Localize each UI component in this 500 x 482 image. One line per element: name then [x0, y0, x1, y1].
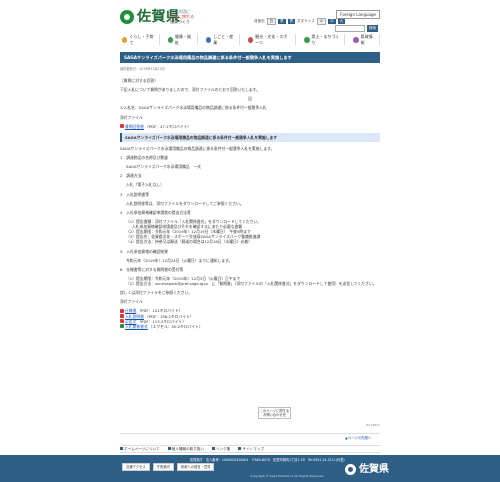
copyright: Copyright © Saga Prefecture All Rights R…	[250, 474, 325, 478]
square-icon	[212, 446, 215, 450]
prefecture-emblem-icon	[120, 10, 134, 24]
intro-text: SAGAサンライズパーク水泳場用備品の物品調達に係る条件付一般競争入札を実施しま…	[120, 145, 275, 151]
contact-box[interactable]: このページに関する お問い合わせ先	[258, 407, 291, 419]
opinion-button[interactable]: 県政への提言・意見	[176, 463, 215, 472]
footer-nav-label: 個人情報の取り扱い	[171, 446, 204, 451]
color-label: 背景色	[254, 18, 265, 23]
text-size-large-button[interactable]: 大	[337, 19, 345, 24]
section-1-body: SAGAサンライズパーク水泳場用備品 一式	[126, 164, 201, 170]
section-5-body: 令和元年（2019年）12月24日（火曜日）までに通知します。	[126, 257, 233, 263]
bid-name: ①入札名：SAGAサンライズパーク水泳場用備品の物品調達に係る条件付一般競争入札	[120, 105, 267, 111]
square-icon	[120, 446, 123, 450]
file-row: 入札関係書式 （エクセル：50.2キロバイト）	[120, 324, 380, 329]
page: 佐賀県 人を大切に 世界に誇れる 佐賀づくり Foreign Language …	[0, 0, 500, 482]
section-3-body: 入札説明書等は、添付ファイルをダウンロードしてご参照ください。	[126, 200, 244, 206]
ki-label: 記	[248, 96, 252, 102]
footer-nav-label: リンク集	[216, 446, 231, 451]
search-button[interactable]: 検索	[367, 25, 378, 32]
footer-nav: ホームページについて 個人情報の取り扱い リンク集 サイトマップ	[120, 445, 380, 453]
page-id: ID:72617	[366, 423, 380, 427]
house-icon	[122, 36, 128, 43]
color-black-button[interactable]: 黒	[278, 19, 286, 24]
footer: 佐賀県庁 法人番号：1000020410004 〒840-8570 佐賀市城内1…	[0, 455, 500, 482]
camera-icon	[247, 36, 254, 43]
section-2-body: 入札（電子入札なし）	[126, 182, 164, 188]
excel-icon	[120, 324, 124, 329]
contact-line-2: お問い合わせ先	[262, 413, 287, 417]
nav-label: しごと・産業	[213, 34, 234, 45]
footer-nav-label: ホームページについて	[124, 446, 160, 451]
square-icon	[238, 446, 242, 450]
footer-logo: 佐賀県	[345, 463, 389, 477]
answer-heading: ［質問に対する回答］	[120, 78, 158, 83]
pdf-icon	[120, 314, 124, 319]
section-4-title: 4 入札参加資格確認申請書の提出方法等	[120, 209, 191, 215]
nav-item-work[interactable]: しごと・産業	[204, 34, 240, 45]
attachment-link[interactable]: 質問回答書	[125, 124, 144, 129]
text-size-medium-button[interactable]: 中	[328, 19, 336, 24]
color-white-button[interactable]: 白	[266, 18, 277, 25]
nav-label: 健康・福祉	[174, 34, 191, 45]
last-updated: 最終更新日：2019年12月10日	[120, 67, 165, 71]
square-icon	[167, 446, 171, 450]
section-1-title: 1 調達物品の名称及び数量	[120, 155, 168, 160]
nav-label: 県土・まちづくり	[311, 34, 340, 45]
tagline-3: 佐賀づくり	[170, 19, 190, 24]
nav-item-tourism[interactable]: 観光・文化・スポーツ	[246, 34, 297, 45]
attachment-row: 質問回答書 （PDF：47.1キロバイト）	[120, 124, 380, 129]
pdf-icon	[120, 124, 124, 129]
nav-label: くらし・子育て	[129, 34, 154, 45]
footer-nav-item[interactable]: ホームページについて	[120, 446, 160, 452]
divider	[120, 433, 380, 434]
accessibility-bar: 背景色 白 黒 青 文字サイズ 小 中 大	[254, 18, 345, 25]
page-title: SAGAサンライズパーク水泳場用備品の物品調達に係る条件付一般競争入札を実施しま…	[120, 52, 380, 63]
office-guide-button[interactable]: 庁舎案内	[152, 463, 174, 472]
header: 佐賀県 人を大切に 世界に誇れる 佐賀づくり Foreign Language …	[0, 0, 500, 34]
access-button[interactable]: 交通アクセス	[122, 463, 150, 472]
section-3-title: 3 入札説明書等	[120, 191, 149, 197]
footer-buttons: 交通アクセス 庁舎案内 県政への提言・意見	[122, 463, 215, 472]
nav-item-life[interactable]: くらし・子育て	[120, 34, 160, 45]
color-blue-button[interactable]: 青	[287, 19, 295, 24]
nav-label: 観光・文化・スポーツ	[255, 34, 288, 45]
section-4-line-5: （4）提出方法：持参又は郵送（郵送の場合は12月18日（水曜日）必着）	[126, 239, 252, 245]
text-size-label: 文字サイズ	[296, 18, 315, 23]
nav-item-health[interactable]: 健康・福祉	[166, 34, 198, 45]
nav-item-land[interactable]: 県土・まちづくり	[302, 34, 346, 45]
pdf-icon	[120, 308, 124, 313]
footer-nav-item[interactable]: 個人情報の取り扱い	[167, 446, 204, 452]
global-nav: くらし・子育て 健康・福祉 しごと・産業 観光・文化・スポーツ 県土・まちづくり…	[120, 34, 380, 45]
footer-nav-label: サイトマップ	[242, 446, 264, 451]
attachment-label-2: 添付ファイル	[120, 299, 143, 305]
section-6-title: 6 仕様書等に対する質問書の受付等	[120, 266, 184, 272]
file-link[interactable]: 入札関係書式	[125, 324, 148, 329]
tree-icon	[304, 36, 310, 43]
prefecture-emblem-icon	[345, 464, 356, 476]
footer-nav-item[interactable]: リンク集	[212, 446, 231, 452]
search-box: 検索	[335, 25, 378, 32]
briefcase-icon	[205, 36, 212, 43]
attachment-label: 添付ファイル	[120, 114, 143, 120]
file-meta: （エクセル：50.2キロバイト）	[148, 323, 203, 329]
nav-label: 県政情報	[360, 34, 373, 45]
heart-icon	[167, 36, 173, 43]
nav-item-government[interactable]: 県政情報	[351, 34, 380, 45]
footer-logo-text: 佐賀県	[359, 464, 389, 475]
section-2-title: 2 調達方法	[120, 173, 142, 179]
footer-address: 佐賀県庁 法人番号：1000020410004 〒840-8570 佐賀市城内1…	[190, 458, 345, 462]
footer-nav-item[interactable]: サイトマップ	[238, 446, 264, 452]
answer-text: 下記入札について質問がありましたので、添付ファイルのとおり回答いたします。	[120, 87, 260, 93]
attachment-meta: （PDF：47.1キロバイト）	[144, 123, 192, 129]
section-5-title: 5 入札参加資格の確認結果	[120, 248, 168, 254]
section-heading: SAGAサンライズパーク水泳場用備品の物品調達に係る条件付一般競争入札を実施しま…	[120, 132, 380, 142]
page-top-link[interactable]: ▲ページの先頭へ	[345, 436, 371, 441]
section-6-line-2: （2）提出方法：sunrisepark@pref.saga.lg.jp に「質問…	[126, 281, 377, 286]
pdf-icon	[120, 319, 124, 324]
text-size-small-button[interactable]: 小	[316, 18, 327, 25]
search-input[interactable]	[335, 25, 365, 32]
main-content: ［質問に対する回答］ 下記入札について質問がありましたので、添付ファイルのとおり…	[120, 78, 380, 329]
building-icon	[353, 36, 359, 43]
closing-text: 詳しくは添付ファイルをご参照ください。	[120, 290, 193, 296]
